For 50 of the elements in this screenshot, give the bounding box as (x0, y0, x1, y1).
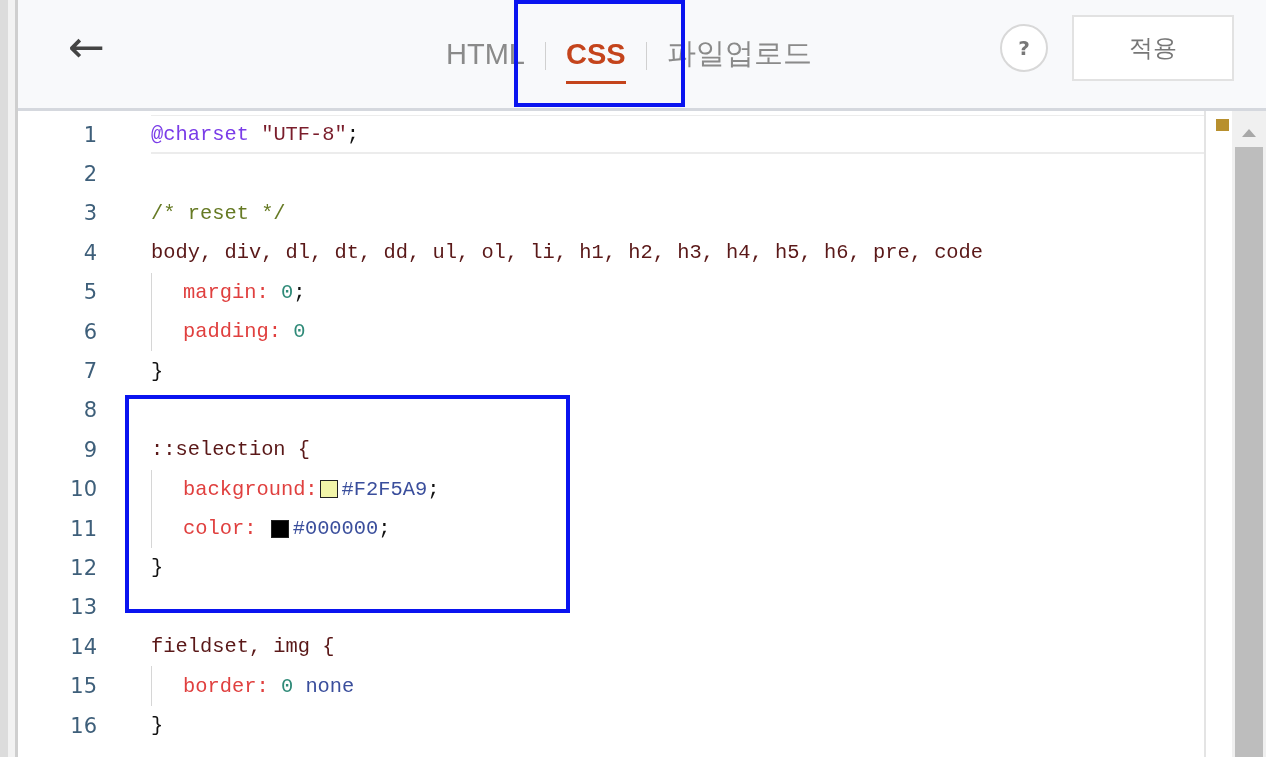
line-number: 2 (82, 162, 97, 187)
color-swatch[interactable] (319, 480, 338, 499)
line-number: 9 (82, 437, 97, 462)
color-swatch[interactable] (270, 519, 289, 538)
line-number: 10 (69, 477, 97, 502)
code-token: 0 (292, 320, 306, 344)
code-token: } (151, 359, 164, 383)
code-token: } (151, 556, 164, 580)
line-number: 6 (82, 319, 97, 344)
code-token: ; (427, 477, 440, 501)
code-token: 0 (279, 280, 294, 304)
help-button[interactable]: ? (1000, 24, 1048, 72)
scroll-up-icon[interactable] (1242, 129, 1256, 137)
code-token: none (304, 674, 355, 698)
code-token: @charset (151, 122, 249, 146)
scrollbar[interactable] (1232, 111, 1266, 757)
code-token: #F2F5A9 (341, 477, 428, 501)
code-token: ; (346, 122, 360, 146)
line-number: 3 (82, 201, 97, 226)
code-token: ; (293, 280, 306, 304)
line-number: 8 (82, 398, 97, 423)
code-token: #000000 (292, 517, 379, 541)
tab[interactable]: CSS (565, 33, 626, 84)
line-number: 13 (69, 595, 97, 620)
code-token: "UTF-8" (260, 122, 347, 146)
line-number: 15 (69, 674, 97, 699)
code-token: padding: (183, 320, 281, 344)
code-token: fieldset, img { (151, 635, 335, 659)
code-token: body, div, dl, dt, dd, ul, ol, li, h1, h2, h3, h4, h5, h6, pre, code (151, 241, 984, 265)
code-token: background: (183, 477, 318, 501)
code-token: color: (183, 517, 258, 541)
scrollbar-thumb[interactable] (1235, 147, 1263, 757)
line-number: 14 (69, 634, 97, 659)
back-button[interactable]: ← (64, 25, 109, 69)
code-token: border: (183, 674, 269, 698)
line-number: 16 (69, 713, 97, 738)
code-token: 0 (279, 674, 294, 698)
code-token: /* reset */ (151, 201, 286, 225)
line-number: 4 (82, 240, 97, 265)
line-number: 11 (69, 516, 97, 541)
line-number: 5 (82, 280, 97, 305)
marker-icon (1216, 119, 1229, 131)
code-token: ; (378, 517, 391, 541)
apply-button[interactable]: 적용 (1072, 15, 1234, 81)
line-number: 7 (82, 359, 97, 384)
code-token: ::selection { (151, 438, 311, 462)
line-number: 1 (82, 122, 97, 147)
code-token: } (151, 714, 164, 738)
line-number: 12 (69, 556, 97, 580)
code-token: margin: (183, 280, 269, 304)
